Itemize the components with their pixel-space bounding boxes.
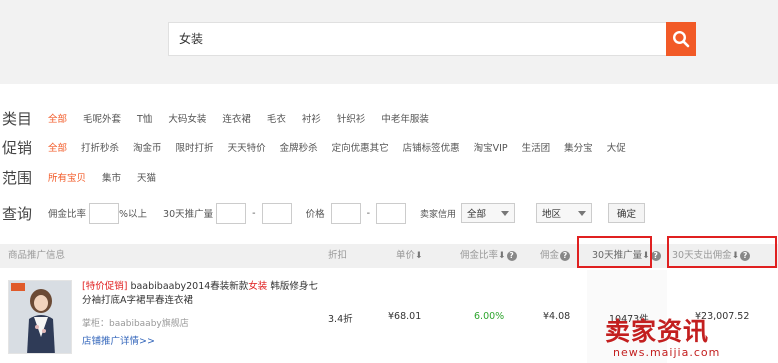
- promotion-option[interactable]: 集分宝: [564, 140, 593, 154]
- col-info: 商品推广信息: [8, 250, 66, 261]
- query-row: 查询 佣金比率 %以上 30天推广量 - 价格 - 卖家信用 全部 地区 确定: [0, 200, 646, 226]
- promotion-option[interactable]: 打折秒杀: [81, 140, 119, 154]
- title-part: baabibaaby2014春装新款: [127, 281, 249, 292]
- cell-commission-rate: 6.00%: [474, 311, 505, 322]
- region-value: 地区: [542, 209, 562, 220]
- filter-row-scope: 范围 所有宝贝 集市 天猫: [0, 166, 172, 188]
- category-option[interactable]: 连衣裙: [222, 111, 251, 125]
- promo-tag: [特价促销]: [82, 281, 128, 292]
- search-button[interactable]: [666, 22, 696, 56]
- promotion-option[interactable]: 金牌秒杀: [280, 140, 318, 154]
- range-dash: -: [252, 207, 256, 219]
- search-icon: [672, 30, 690, 48]
- search-bar: 女装: [0, 0, 778, 84]
- commission-rate-input[interactable]: [89, 202, 120, 224]
- product-photo-illustration: [9, 281, 71, 353]
- promotion-option[interactable]: 定向优惠其它: [332, 140, 389, 154]
- help-icon[interactable]: ?: [560, 250, 571, 261]
- category-option[interactable]: 衬衫: [302, 111, 321, 125]
- promotion-option[interactable]: 淘宝VIP: [474, 140, 508, 154]
- filter-row-promotion: 促销 全部 打折秒杀 淘金币 限时打折 天天特价 金牌秒杀 定向优惠其它 店铺标…: [0, 136, 626, 158]
- watermark-url: news.maijia.com: [613, 346, 721, 359]
- filter-label-category: 类目: [2, 109, 33, 128]
- price-min-input[interactable]: [330, 202, 361, 224]
- category-option[interactable]: 中老年服装: [381, 111, 429, 125]
- promotion-option[interactable]: 天天特价: [228, 140, 266, 154]
- query-label: 查询: [2, 204, 33, 223]
- filter-label-promotion: 促销: [2, 138, 33, 157]
- promotion-option[interactable]: 店铺标签优惠: [403, 140, 460, 154]
- filter-label-scope: 范围: [2, 168, 33, 187]
- col-discount: 折扣: [328, 250, 348, 261]
- cell-unit-price: ¥68.01: [388, 311, 422, 322]
- category-option[interactable]: 针织衫: [337, 111, 366, 125]
- product-image[interactable]: [8, 280, 72, 354]
- sort-down-icon: ⬇: [415, 251, 423, 261]
- scope-option-all[interactable]: 所有宝贝: [48, 170, 86, 184]
- category-option[interactable]: 毛衣: [267, 111, 286, 125]
- seller-credit-value: 全部: [467, 209, 487, 220]
- promotion-option[interactable]: 限时打折: [176, 140, 214, 154]
- help-icon[interactable]: ?: [650, 250, 661, 261]
- product-title[interactable]: [特价促销] baabibaaby2014春装新款女装 韩版修身七分袖打底A字裙…: [82, 280, 322, 308]
- price-max-input[interactable]: [376, 202, 407, 224]
- col-commission-rate-label: 佣金比率: [460, 250, 499, 261]
- region-select[interactable]: 地区: [536, 203, 593, 223]
- watermark: 卖家资讯 news.maijia.com: [605, 312, 775, 359]
- shop-promo-link[interactable]: 店铺推广详情>>: [82, 333, 155, 347]
- search-input[interactable]: 女装: [168, 22, 666, 56]
- col-commission[interactable]: 佣金?: [540, 244, 571, 268]
- table-header: 商品推广信息 折扣 单价⬇ 佣金比率⬇? 佣金? 30天推广量⬇? 30天支出佣…: [0, 244, 778, 268]
- category-option[interactable]: 大码女装: [168, 111, 206, 125]
- scope-option[interactable]: 天猫: [137, 170, 156, 184]
- watermark-title: 卖家资讯: [605, 317, 710, 346]
- cell-discount: 3.4折: [328, 314, 353, 325]
- promotion-option[interactable]: 淘金币: [133, 140, 162, 154]
- category-option-all[interactable]: 全部: [48, 111, 67, 125]
- cell-commission: ¥4.08: [543, 311, 571, 322]
- promotion-option[interactable]: 大促: [607, 140, 626, 154]
- shop-name[interactable]: 掌柜：baabibaaby旗舰店: [82, 316, 189, 329]
- promo-volume-max-input[interactable]: [261, 202, 292, 224]
- seller-credit-select[interactable]: 全部: [461, 203, 516, 223]
- highlight-box-promo-30d: [577, 236, 652, 268]
- title-keyword: 女装: [248, 281, 268, 292]
- col-commission-label: 佣金: [540, 250, 560, 261]
- highlight-box-spend-30d: [667, 236, 777, 268]
- scope-option[interactable]: 集市: [102, 170, 121, 184]
- category-option[interactable]: T恤: [137, 111, 152, 125]
- category-option[interactable]: 毛呢外套: [83, 111, 121, 125]
- seller-credit-label: 卖家信用: [420, 209, 457, 220]
- chevron-down-icon: [578, 210, 587, 216]
- col-commission-rate[interactable]: 佣金比率⬇?: [460, 244, 517, 268]
- sort-down-icon: ⬇: [498, 251, 506, 261]
- filter-row-category: 类目 全部 毛呢外套 T恤 大码女装 连衣裙 毛衣 衬衫 针织衫 中老年服装: [0, 107, 445, 129]
- range-dash: -: [366, 207, 371, 219]
- col-unit-price-label: 单价: [396, 250, 416, 261]
- promo-volume-min-input[interactable]: [216, 202, 247, 224]
- price-label: 价格: [305, 209, 325, 220]
- help-icon[interactable]: ?: [506, 250, 517, 261]
- chevron-down-icon: [501, 210, 510, 216]
- confirm-button[interactable]: 确定: [608, 203, 646, 223]
- col-unit-price[interactable]: 单价⬇: [396, 244, 423, 268]
- pct-above-label: %以上: [119, 209, 148, 220]
- promo-volume-label: 30天推广量: [163, 209, 214, 220]
- promotion-option-all[interactable]: 全部: [48, 140, 67, 154]
- commission-rate-label: 佣金比率: [48, 209, 87, 220]
- promotion-option[interactable]: 生活团: [522, 140, 551, 154]
